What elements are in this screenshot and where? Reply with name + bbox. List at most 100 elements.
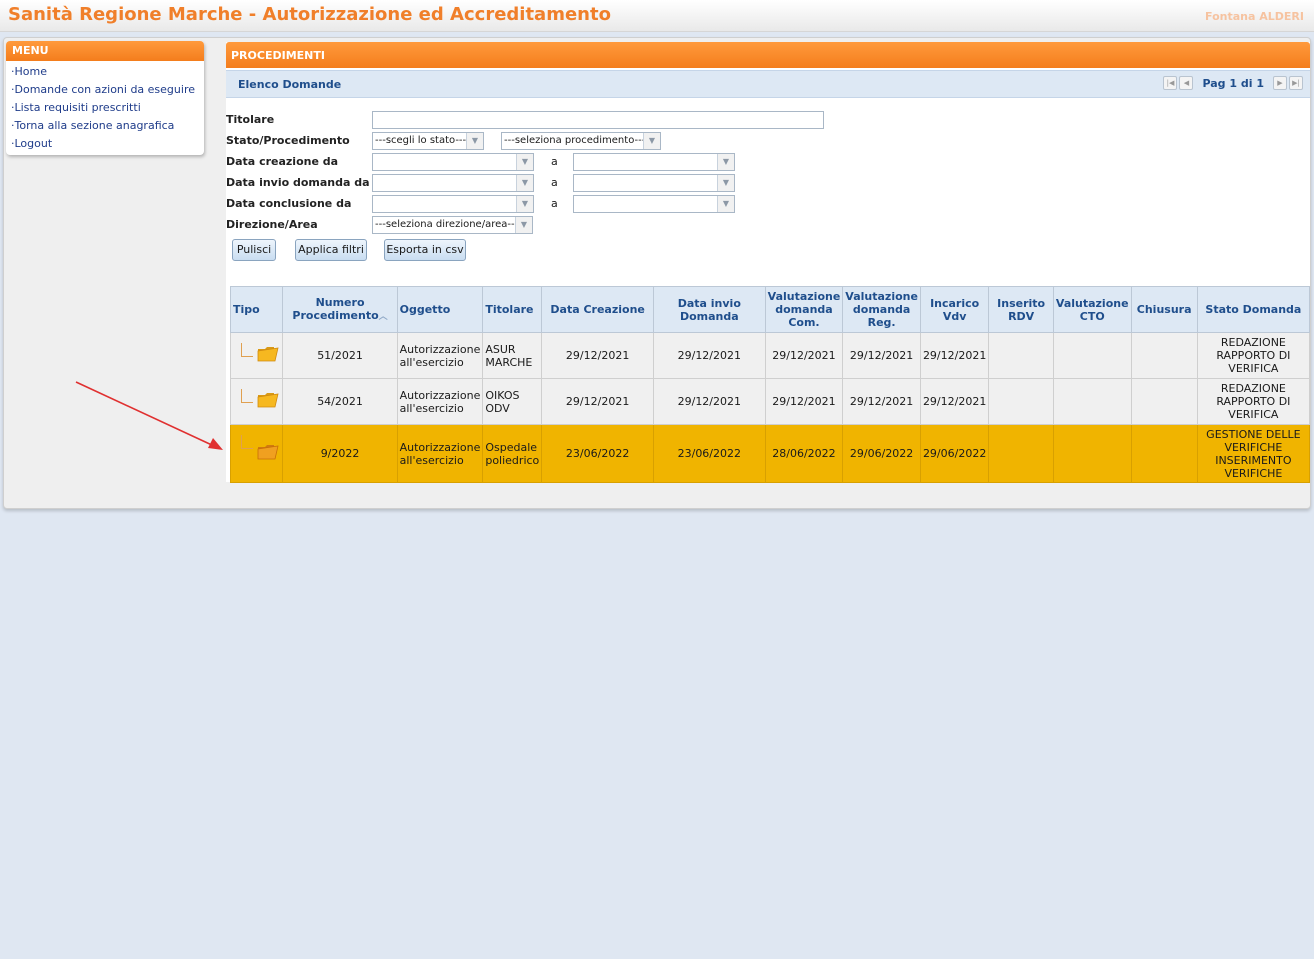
- val-reg-cell: 29/06/2022: [842, 424, 921, 483]
- page-info: Pag 1 di 1: [1202, 76, 1264, 90]
- col-header-inserito-rdv[interactable]: Inserito RDV: [988, 286, 1054, 333]
- domande-table: Tipo Numero Procedimento︿ Oggetto Titola…: [229, 286, 1311, 483]
- numero-cell: 51/2021: [282, 332, 398, 379]
- apply-filters-button[interactable]: Applica filtri: [295, 239, 367, 261]
- titolare-input[interactable]: [372, 111, 824, 129]
- menu-item-logout[interactable]: ·Logout: [6, 135, 204, 153]
- filters-form: Titolare Stato/Procedimento ---scegli lo…: [226, 98, 1310, 268]
- export-csv-button[interactable]: Esporta in csv: [384, 239, 466, 261]
- chevron-down-icon: ▼: [643, 133, 660, 149]
- col-header-data-creazione[interactable]: Data Creazione: [541, 286, 654, 333]
- val-reg-cell: 29/12/2021: [842, 332, 921, 379]
- col-header-tipo[interactable]: Tipo: [229, 286, 284, 333]
- col-header-chiusura[interactable]: Chiusura: [1130, 286, 1198, 333]
- table-row-selected[interactable]: 9/2022 Autorizzazione all'esercizio Ospe…: [229, 424, 1311, 483]
- col-header-val-com[interactable]: Valutazione domanda Com.: [764, 286, 844, 333]
- inserito-rdv-cell: [988, 332, 1054, 379]
- oggetto-cell: Autorizzazione all'esercizio: [396, 378, 484, 425]
- user-name: Fontana ALDERI: [1205, 10, 1304, 23]
- data-invio-da-select[interactable]: ▼: [372, 174, 534, 192]
- table-row[interactable]: 54/2021 Autorizzazione all'esercizio OIK…: [229, 378, 1311, 425]
- val-com-cell: 28/06/2022: [764, 424, 844, 483]
- chevron-down-icon: ▼: [516, 154, 533, 170]
- procedimento-select[interactable]: ---seleziona procedimento--- ▼: [501, 132, 661, 150]
- first-page-icon[interactable]: |◀: [1163, 76, 1178, 90]
- chevron-down-icon: ▼: [717, 196, 734, 212]
- menu-item-domande-azioni[interactable]: ·Domande con azioni da eseguire: [6, 81, 204, 99]
- incarico-vdv-cell: 29/12/2021: [919, 332, 990, 379]
- top-bar: Sanità Regione Marche - Autorizzazione e…: [0, 0, 1314, 32]
- chiusura-cell: [1130, 424, 1198, 483]
- inserito-rdv-cell: [988, 378, 1054, 425]
- col-header-oggetto[interactable]: Oggetto: [396, 286, 484, 333]
- data-invio-label: Data invio domanda da: [226, 176, 370, 189]
- folder-icon[interactable]: [257, 391, 279, 408]
- app-title: Sanità Regione Marche - Autorizzazione e…: [8, 4, 611, 25]
- inserito-rdv-cell: [988, 424, 1054, 483]
- stato-cell: REDAZIONE RAPPORTO DI VERIFICA: [1196, 332, 1311, 379]
- col-header-val-cto[interactable]: Valutazione CTO: [1052, 286, 1132, 333]
- titolare-cell: OIKOS ODV: [482, 378, 543, 425]
- domande-table-wrap: Tipo Numero Procedimento︿ Oggetto Titola…: [229, 286, 1311, 483]
- data-creazione-a-select[interactable]: ▼: [573, 153, 735, 171]
- stato-select-value: ---scegli lo stato---: [375, 135, 467, 146]
- oggetto-cell: Autorizzazione all'esercizio: [396, 424, 484, 483]
- stato-cell: GESTIONE DELLE VERIFICHE INSERIMENTO VER…: [1196, 424, 1311, 483]
- last-page-icon[interactable]: ▶|: [1289, 76, 1303, 90]
- prev-page-icon[interactable]: ◀: [1179, 76, 1194, 90]
- data-creazione-cell: 29/12/2021: [541, 332, 654, 379]
- a-label: a: [551, 197, 558, 210]
- titolare-cell: ASUR MARCHE: [482, 332, 543, 379]
- col-header-incarico-vdv[interactable]: Incarico Vdv: [919, 286, 990, 333]
- data-conclusione-label: Data conclusione da: [226, 197, 352, 210]
- data-invio-cell: 29/12/2021: [652, 378, 766, 425]
- sort-asc-icon: ︿: [378, 311, 388, 322]
- a-label: a: [551, 176, 558, 189]
- table-row[interactable]: 51/2021 Autorizzazione all'esercizio ASU…: [229, 332, 1311, 379]
- clear-button[interactable]: Pulisci: [232, 239, 276, 261]
- col-header-numero[interactable]: Numero Procedimento︿: [282, 286, 398, 333]
- col-header-val-reg[interactable]: Valutazione domanda Reg.: [842, 286, 921, 333]
- col-header-titolare[interactable]: Titolare: [482, 286, 543, 333]
- section-title: PROCEDIMENTI: [226, 42, 1310, 68]
- direzione-select[interactable]: ---seleziona direzione/area--- ▼: [372, 216, 533, 234]
- stato-select[interactable]: ---scegli lo stato--- ▼: [372, 132, 484, 150]
- chiusura-cell: [1130, 378, 1198, 425]
- direzione-label: Direzione/Area: [226, 218, 318, 231]
- col-header-data-invio[interactable]: Data invio Domanda: [652, 286, 766, 333]
- tree-line: [241, 343, 253, 357]
- val-cto-cell: [1052, 424, 1132, 483]
- val-reg-cell: 29/12/2021: [842, 378, 921, 425]
- data-creazione-da-select[interactable]: ▼: [372, 153, 534, 171]
- data-invio-a-select[interactable]: ▼: [573, 174, 735, 192]
- chevron-down-icon: ▼: [516, 196, 533, 212]
- col-header-stato[interactable]: Stato Domanda: [1196, 286, 1311, 333]
- menu-item-sezione-anagrafica[interactable]: ·Torna alla sezione anagrafica: [6, 117, 204, 135]
- stato-cell: REDAZIONE RAPPORTO DI VERIFICA: [1196, 378, 1311, 425]
- tipo-cell: [229, 332, 284, 379]
- sidebar-menu: MENU ·Home ·Domande con azioni da esegui…: [6, 41, 204, 155]
- next-page-icon[interactable]: ▶: [1273, 76, 1287, 90]
- data-creazione-cell: 29/12/2021: [541, 378, 654, 425]
- data-conclusione-a-select[interactable]: ▼: [573, 195, 735, 213]
- numero-cell: 54/2021: [282, 378, 398, 425]
- tipo-cell: [229, 424, 284, 483]
- menu-item-lista-requisiti[interactable]: ·Lista requisiti prescritti: [6, 99, 204, 117]
- tree-line: [241, 389, 253, 403]
- folder-icon[interactable]: [257, 443, 279, 460]
- menu-item-home[interactable]: ·Home: [6, 63, 204, 81]
- data-conclusione-da-select[interactable]: ▼: [372, 195, 534, 213]
- data-invio-cell: 23/06/2022: [652, 424, 766, 483]
- chevron-down-icon: ▼: [717, 154, 734, 170]
- data-creazione-label: Data creazione da: [226, 155, 339, 168]
- stato-label: Stato/Procedimento: [226, 134, 350, 147]
- content-area: PROCEDIMENTI Elenco Domande |◀ ◀ Pag 1 d…: [226, 42, 1311, 483]
- procedimento-select-value: ---seleziona procedimento---: [504, 135, 646, 146]
- tipo-cell: [229, 378, 284, 425]
- pager: |◀ ◀ Pag 1 di 1 ▶ ▶|: [1162, 76, 1304, 90]
- val-cto-cell: [1052, 332, 1132, 379]
- data-creazione-cell: 23/06/2022: [541, 424, 654, 483]
- incarico-vdv-cell: 29/12/2021: [919, 378, 990, 425]
- a-label: a: [551, 155, 558, 168]
- folder-icon[interactable]: [257, 345, 279, 362]
